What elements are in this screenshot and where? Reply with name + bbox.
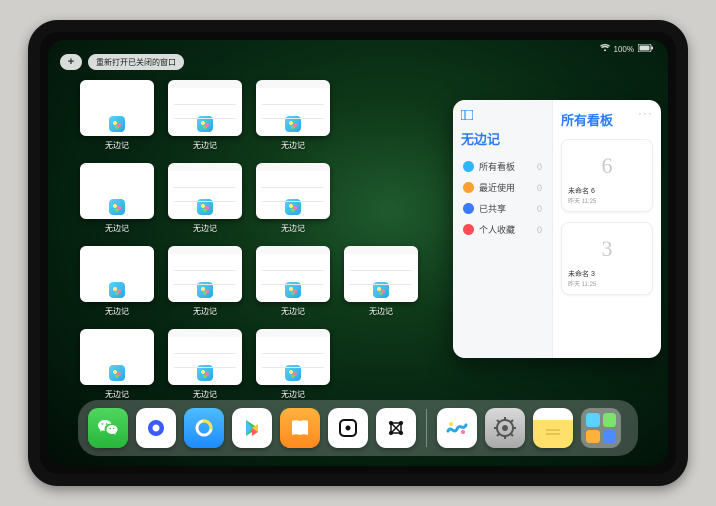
dock-app-wechat[interactable] [88, 408, 128, 448]
sidebar-toggle-icon[interactable] [461, 110, 473, 123]
screen: 100% + 重新打开已关闭的窗口 无边记 无边记 [48, 40, 668, 466]
board-sketch: 6 [584, 146, 630, 186]
battery-icon [638, 44, 654, 54]
freeform-icon [197, 116, 213, 132]
board-name: 未命名 6 [568, 186, 595, 196]
freeform-icon [109, 282, 125, 298]
window-thumbnail[interactable]: 无边记 [254, 163, 332, 243]
window-thumbnail[interactable]: 无边记 [78, 80, 156, 160]
clock-icon [463, 182, 474, 193]
dock-app-grid[interactable] [376, 408, 416, 448]
status-bar: 100% [600, 44, 654, 54]
heart-icon [463, 224, 474, 235]
window-thumbnail[interactable]: 无边记 [166, 246, 244, 326]
wifi-icon [600, 44, 610, 54]
freeform-icon [285, 116, 301, 132]
freeform-icon [197, 199, 213, 215]
dock-app-play[interactable] [232, 408, 272, 448]
dock-app-dice[interactable] [328, 408, 368, 448]
board-time: 昨天 11:25 [568, 279, 596, 288]
reopen-label: 重新打开已关闭的窗口 [96, 57, 176, 68]
app-switcher-grid: 无边记 无边记 无边记 无边记 无边记 无边记 [78, 80, 423, 409]
window-thumbnail[interactable]: 无边记 [342, 246, 420, 326]
freeform-icon [373, 282, 389, 298]
freeform-icon [197, 365, 213, 381]
window-thumbnail[interactable]: 无边记 [78, 246, 156, 326]
ipad-frame: 100% + 重新打开已关闭的窗口 无边记 无边记 [28, 20, 688, 486]
window-thumbnail[interactable]: 无边记 [78, 329, 156, 409]
dock-app-books[interactable] [280, 408, 320, 448]
dock-app-qqbrowser[interactable] [184, 408, 224, 448]
reopen-closed-window-button[interactable]: 重新打开已关闭的窗口 [88, 54, 184, 70]
folder-tile [603, 430, 617, 444]
dock [78, 400, 638, 456]
window-thumbnail[interactable]: 无边记 [78, 163, 156, 243]
person-icon [463, 203, 474, 214]
more-icon[interactable]: ··· [638, 106, 653, 120]
panel-title-left: 无边记 [461, 129, 544, 148]
plus-icon: + [68, 56, 74, 68]
board-card[interactable]: 3 未命名 3 昨天 11:25 [561, 222, 653, 295]
folder-tile [603, 413, 617, 427]
dock-app-settings[interactable] [485, 408, 525, 448]
battery-text: 100% [614, 45, 634, 54]
top-controls: + 重新打开已关闭的窗口 [60, 54, 184, 70]
window-thumbnail[interactable]: 无边记 [254, 80, 332, 160]
window-thumbnail[interactable]: 无边记 [254, 329, 332, 409]
window-thumbnail[interactable]: 无边记 [254, 246, 332, 326]
board-time: 昨天 11:25 [568, 196, 596, 205]
folder-tile [586, 430, 600, 444]
freeform-icon [285, 199, 301, 215]
freeform-icon [285, 282, 301, 298]
freeform-icon [109, 116, 125, 132]
dock-app-notes[interactable] [533, 408, 573, 448]
sidebar-item-favorites[interactable]: 个人收藏 0 [461, 219, 544, 240]
folder-tile [586, 413, 600, 427]
freeform-icon [197, 282, 213, 298]
dock-separator [426, 409, 427, 447]
board-sketch: 3 [584, 229, 630, 269]
freeform-browser-panel[interactable]: 无边记 所有看板 0 最近使用 0 已共享 0 个人收藏 0 [453, 100, 661, 358]
window-thumbnail[interactable]: 无边记 [166, 329, 244, 409]
sidebar-item-recent[interactable]: 最近使用 0 [461, 177, 544, 198]
board-name: 未命名 3 [568, 269, 595, 279]
window-thumbnail[interactable]: 无边记 [166, 163, 244, 243]
new-window-button[interactable]: + [60, 54, 82, 70]
sidebar-item-shared[interactable]: 已共享 0 [461, 198, 544, 219]
panel-sidebar: 无边记 所有看板 0 最近使用 0 已共享 0 个人收藏 0 [453, 100, 553, 358]
window-thumbnail[interactable]: 无边记 [166, 80, 244, 160]
freeform-icon [109, 199, 125, 215]
sidebar-item-all-boards[interactable]: 所有看板 0 [461, 156, 544, 177]
circle-icon [463, 161, 474, 172]
panel-content: ··· 所有看板 6 未命名 6 昨天 11:25 3 未命名 3 昨天 11:… [553, 100, 661, 358]
dock-app-freeform[interactable] [437, 408, 477, 448]
dock-app-quark[interactable] [136, 408, 176, 448]
freeform-icon [109, 365, 125, 381]
board-card[interactable]: 6 未命名 6 昨天 11:25 [561, 139, 653, 212]
dock-folder[interactable] [581, 408, 621, 448]
freeform-icon [285, 365, 301, 381]
